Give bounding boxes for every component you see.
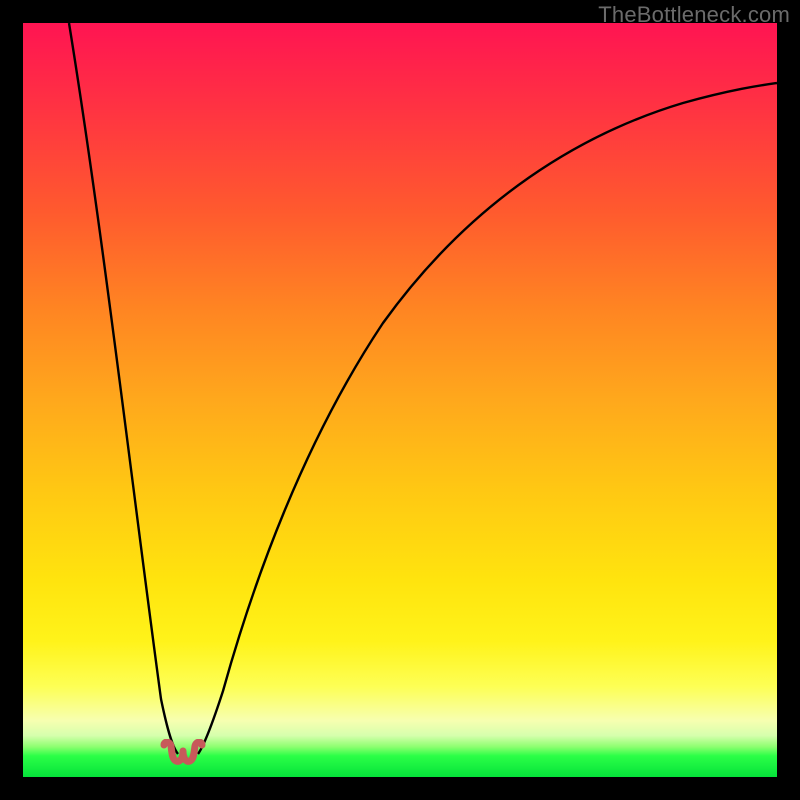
chart-frame: TheBottleneck.com	[0, 0, 800, 800]
watermark-text: TheBottleneck.com	[598, 2, 790, 28]
trough-marker	[158, 739, 208, 765]
plot-area	[23, 23, 777, 777]
trough-squiggle-path	[164, 742, 202, 761]
curve-path	[69, 23, 777, 754]
bottleneck-curve	[23, 23, 777, 777]
